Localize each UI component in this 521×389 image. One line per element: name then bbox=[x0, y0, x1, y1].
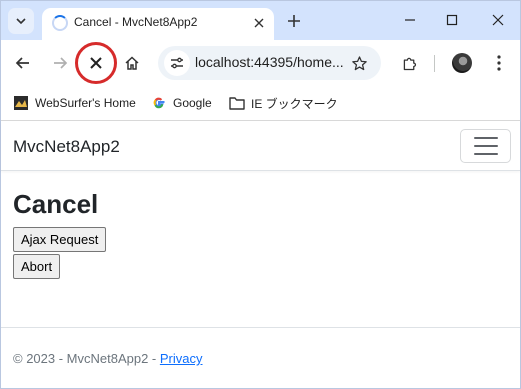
navbar-toggler-button[interactable] bbox=[460, 129, 511, 163]
ajax-request-button[interactable]: Ajax Request bbox=[13, 227, 107, 252]
site-navbar: MvcNet8App2 bbox=[1, 121, 520, 171]
tab-close-button[interactable] bbox=[250, 14, 268, 32]
home-icon bbox=[125, 56, 139, 70]
tune-icon bbox=[171, 57, 183, 69]
close-icon bbox=[492, 14, 504, 26]
tab-title: Cancel - MvcNet8App2 bbox=[74, 15, 198, 29]
loading-spinner-icon bbox=[52, 15, 68, 31]
browser-toolbar: localhost:44395/home... bbox=[1, 40, 520, 86]
highlight-circle bbox=[75, 42, 117, 84]
minimize-icon bbox=[405, 19, 415, 21]
bookmark-label: IE ブックマーク bbox=[251, 96, 338, 111]
home-button[interactable] bbox=[118, 49, 146, 77]
bookmarks-bar: WebSurfer's Home Google IE ブックマーク bbox=[1, 86, 520, 120]
hamburger-icon bbox=[473, 145, 498, 147]
bookmark-label: WebSurfer's Home bbox=[35, 96, 136, 110]
abort-button[interactable]: Abort bbox=[13, 254, 61, 279]
footer-copyright: © 2023 - MvcNet8App2 - bbox=[13, 351, 160, 366]
maximize-button[interactable] bbox=[441, 9, 463, 31]
arrow-left-icon bbox=[15, 57, 29, 69]
bookmark-google[interactable]: Google bbox=[151, 93, 212, 113]
bookmark-label: Google bbox=[173, 96, 212, 110]
close-window-button[interactable] bbox=[487, 9, 509, 31]
footer: © 2023 - MvcNet8App2 - Privacy bbox=[13, 351, 203, 366]
address-bar[interactable]: localhost:44395/home... bbox=[158, 46, 381, 80]
chevron-down-icon bbox=[16, 18, 26, 25]
hamburger-icon bbox=[473, 137, 498, 139]
browser-window: Cancel - MvcNet8App2 localhost:44395/hom… bbox=[0, 0, 521, 389]
extensions-button[interactable] bbox=[395, 49, 423, 77]
star-icon bbox=[351, 55, 367, 70]
plus-icon bbox=[288, 15, 300, 27]
minimize-button[interactable] bbox=[399, 9, 421, 31]
navbar-brand[interactable]: MvcNet8App2 bbox=[13, 137, 120, 157]
profile-avatar[interactable] bbox=[452, 53, 472, 73]
bookmark-websurfer[interactable]: WebSurfer's Home bbox=[13, 93, 136, 113]
active-tab[interactable]: Cancel - MvcNet8App2 bbox=[42, 8, 274, 40]
bookmark-star-button[interactable] bbox=[348, 52, 370, 74]
google-g-icon bbox=[151, 95, 167, 111]
tab-search-button[interactable] bbox=[8, 8, 34, 34]
arrow-right-icon bbox=[54, 57, 68, 69]
bookmark-folder-ie[interactable]: IE ブックマーク bbox=[229, 93, 338, 113]
footer-divider bbox=[1, 327, 520, 328]
url-text: localhost:44395/home... bbox=[195, 54, 344, 70]
maximize-icon bbox=[446, 14, 458, 26]
toolbar-divider bbox=[434, 55, 435, 72]
web-page: MvcNet8App2 Cancel Ajax Request Abort © … bbox=[1, 121, 520, 388]
more-vert-icon bbox=[497, 55, 501, 71]
hamburger-icon bbox=[473, 153, 498, 155]
site-info-button[interactable] bbox=[164, 50, 190, 76]
privacy-link[interactable]: Privacy bbox=[160, 351, 203, 366]
close-icon bbox=[254, 18, 264, 28]
forward-button[interactable] bbox=[46, 49, 74, 77]
back-button[interactable] bbox=[9, 49, 37, 77]
page-title: Cancel bbox=[13, 189, 99, 219]
browser-menu-button[interactable] bbox=[485, 49, 513, 77]
folder-icon bbox=[229, 95, 245, 111]
new-tab-button[interactable] bbox=[283, 10, 305, 32]
puzzle-icon bbox=[403, 57, 416, 70]
websurfer-favicon-icon bbox=[13, 95, 29, 111]
tab-strip: Cancel - MvcNet8App2 bbox=[1, 1, 520, 40]
